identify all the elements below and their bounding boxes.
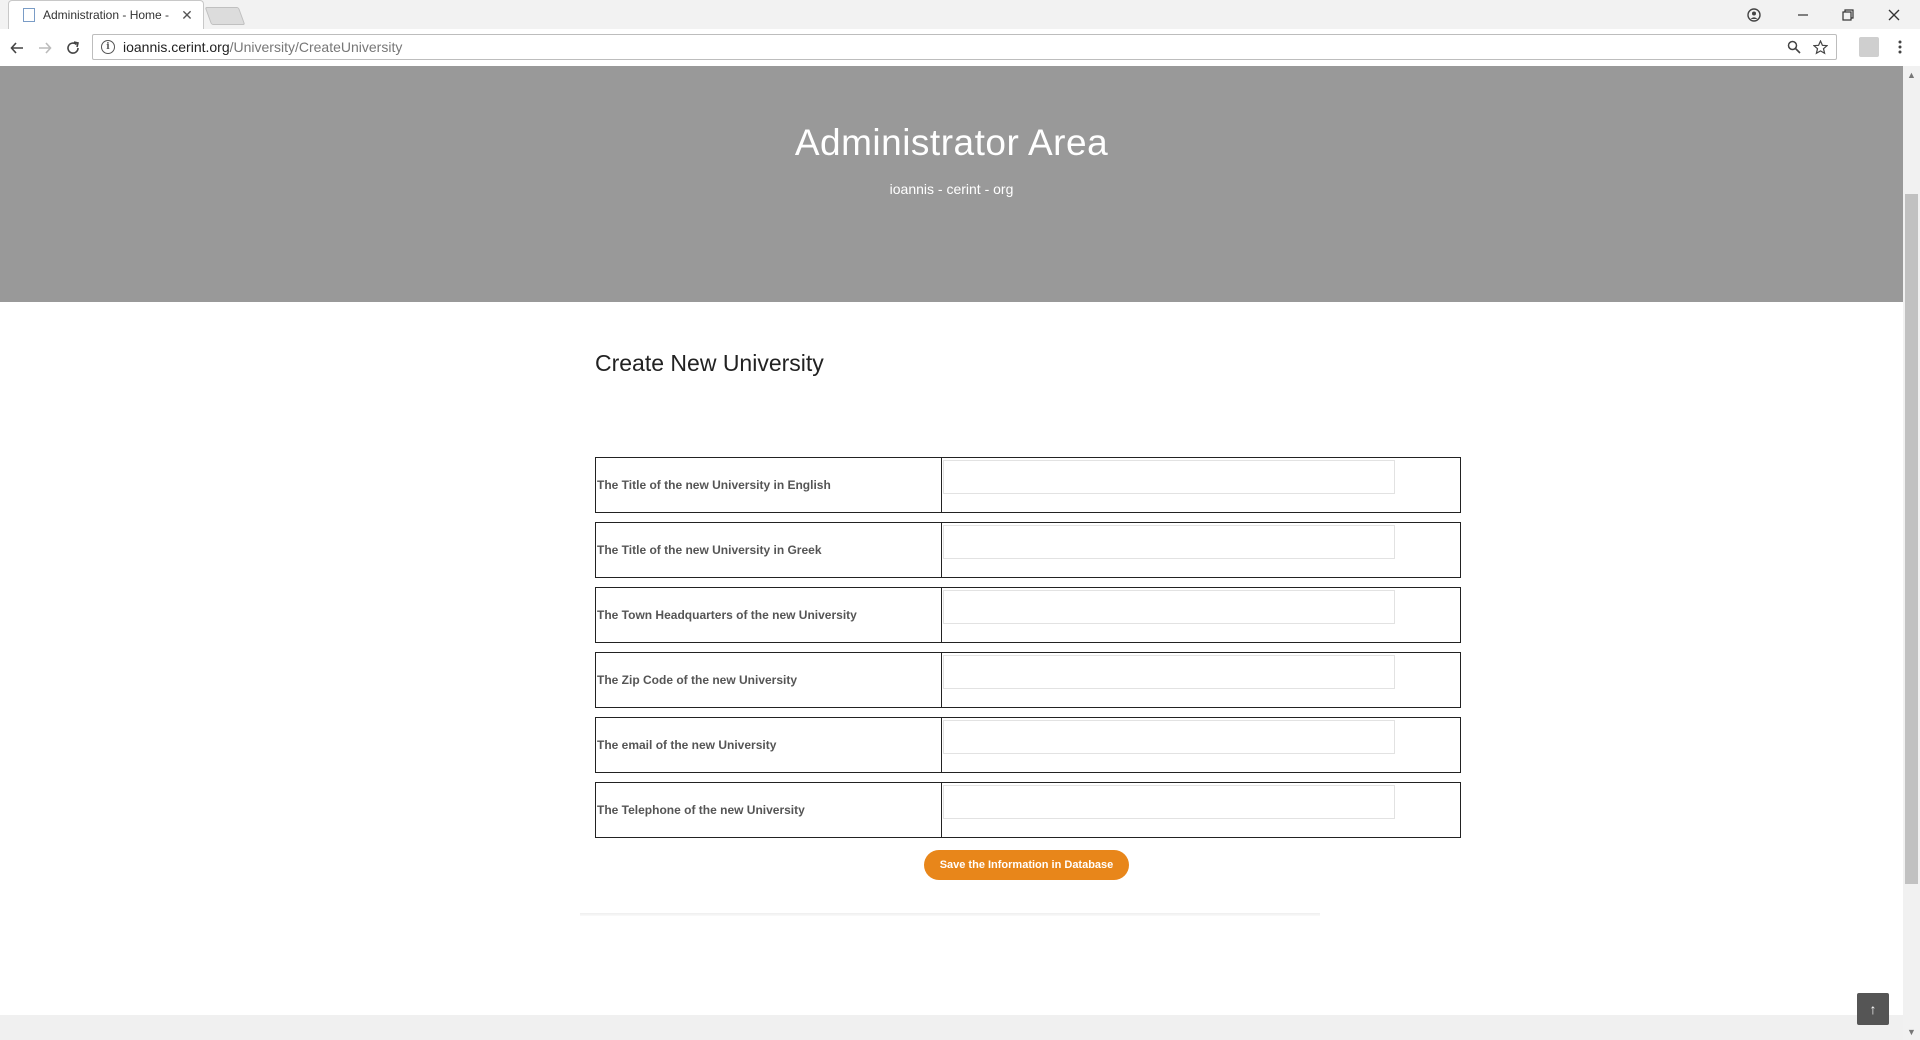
tab-bar: Administration - Home - ✕: [0, 0, 1920, 29]
page-subtitle: ioannis - cerint - org: [889, 181, 1014, 197]
page-favicon-icon: [23, 8, 35, 22]
browser-chrome: Administration - Home - ✕ i ioannis.ceri…: [0, 0, 1920, 66]
back-arrow-icon[interactable]: [4, 35, 30, 61]
browser-tab[interactable]: Administration - Home - ✕: [8, 0, 204, 29]
page-viewport: Administrator Area ioannis - cerint - or…: [0, 66, 1903, 1040]
field-label: The Title of the new University in Engli…: [596, 458, 942, 512]
form-row-email: The email of the new University: [595, 717, 1461, 773]
new-tab-button[interactable]: [204, 7, 246, 25]
url-path: /University/CreateUniversity: [229, 39, 403, 55]
info-icon[interactable]: i: [101, 40, 115, 54]
forward-arrow-icon[interactable]: [32, 35, 58, 61]
hero-banner: Administrator Area ioannis - cerint - or…: [0, 66, 1903, 302]
field-label: The Town Headquarters of the new Univers…: [596, 588, 942, 642]
footer-strip: [0, 1015, 1903, 1040]
telephone-input[interactable]: [943, 785, 1395, 819]
zip-code-input[interactable]: [943, 655, 1395, 689]
minimize-icon[interactable]: [1781, 0, 1825, 29]
field-label: The email of the new University: [596, 718, 942, 772]
title-greek-input[interactable]: [943, 525, 1395, 559]
reload-icon[interactable]: [60, 35, 86, 61]
form-row-town: The Town Headquarters of the new Univers…: [595, 587, 1461, 643]
field-label: The Title of the new University in Greek: [596, 523, 942, 577]
field-cell: [942, 458, 1460, 512]
field-cell: [942, 588, 1460, 642]
field-cell: [942, 523, 1460, 577]
form-row-title-english: The Title of the new University in Engli…: [595, 457, 1461, 513]
address-bar[interactable]: i ioannis.cerint.org/University/CreateUn…: [92, 34, 1837, 60]
form-row-zip: The Zip Code of the new University: [595, 652, 1461, 708]
star-icon[interactable]: [1810, 37, 1830, 57]
page-scrollbar[interactable]: ▲ ▼: [1903, 66, 1920, 1040]
town-input[interactable]: [943, 590, 1395, 624]
account-icon[interactable]: [1732, 0, 1776, 29]
scroll-down-arrow-icon[interactable]: ▼: [1903, 1023, 1920, 1040]
title-english-input[interactable]: [943, 460, 1395, 494]
form-row-telephone: The Telephone of the new University: [595, 782, 1461, 838]
back-to-top-button[interactable]: ↑: [1857, 993, 1889, 1025]
tab-title: Administration - Home -: [43, 8, 170, 22]
tab-close-icon[interactable]: ✕: [179, 7, 195, 24]
url-host: ioannis.cerint.org: [123, 39, 230, 55]
close-icon[interactable]: [1872, 0, 1916, 29]
field-label: The Telephone of the new University: [596, 783, 942, 837]
field-cell: [942, 783, 1460, 837]
field-cell: [942, 653, 1460, 707]
magnifier-icon[interactable]: [1784, 37, 1804, 57]
scroll-up-arrow-icon[interactable]: ▲: [1903, 66, 1920, 83]
field-label: The Zip Code of the new University: [596, 653, 942, 707]
extension-icon[interactable]: [1859, 37, 1879, 57]
save-button[interactable]: Save the Information in Database: [924, 850, 1129, 880]
field-cell: [942, 718, 1460, 772]
email-input[interactable]: [943, 720, 1395, 754]
scrollbar-thumb[interactable]: [1905, 194, 1918, 884]
section-divider: [580, 913, 1320, 916]
form-title: Create New University: [595, 350, 824, 376]
form-row-title-greek: The Title of the new University in Greek: [595, 522, 1461, 578]
browser-toolbar: i ioannis.cerint.org/University/CreateUn…: [0, 29, 1920, 66]
page-title: Administrator Area: [794, 122, 1109, 163]
kebab-menu-icon[interactable]: [1892, 37, 1908, 57]
restore-icon[interactable]: [1826, 0, 1870, 29]
